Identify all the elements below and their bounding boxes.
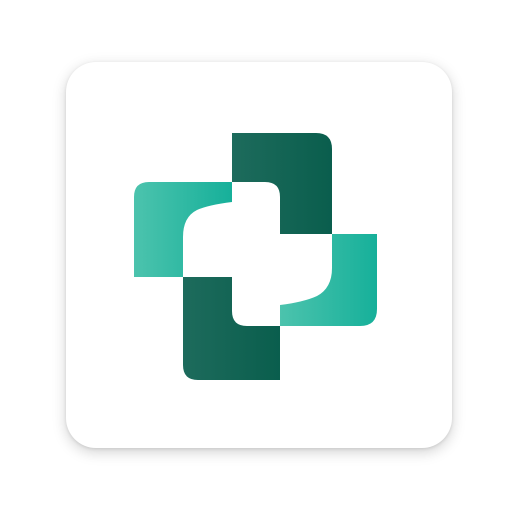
logo-right-teal-block <box>280 234 377 326</box>
app-icon-tile[interactable] <box>66 62 452 448</box>
screen <box>0 0 512 512</box>
logo-top-dark-block <box>232 133 332 234</box>
medical-cross-logo-icon <box>134 133 377 380</box>
logo-left-teal-block <box>134 182 232 277</box>
logo-bottom-dark-block <box>183 277 280 380</box>
